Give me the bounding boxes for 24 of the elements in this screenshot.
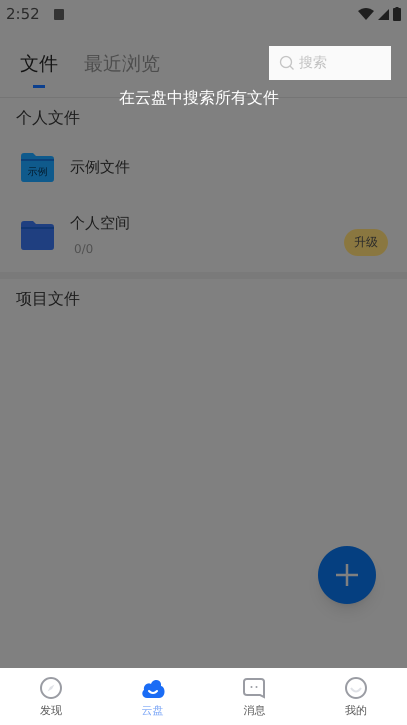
wifi-icon bbox=[358, 8, 374, 20]
folder-name: 个人空间 bbox=[70, 212, 131, 234]
folder-icon bbox=[21, 220, 54, 250]
chat-icon bbox=[242, 676, 266, 700]
compass-icon bbox=[38, 676, 63, 700]
hint-text: 在云盘中搜索所有文件 bbox=[119, 87, 279, 109]
folder-row[interactable]: 示例 示例文件 bbox=[0, 136, 407, 198]
plus-icon bbox=[336, 564, 358, 586]
signal-icon bbox=[378, 8, 389, 20]
smiley-icon bbox=[344, 676, 368, 700]
folder-name: 示例文件 bbox=[70, 156, 131, 178]
section-title: 项目文件 bbox=[15, 288, 81, 310]
tab[interactable]: 文件 bbox=[20, 48, 58, 88]
nav-tab[interactable]: 消息 bbox=[204, 668, 306, 725]
search-icon bbox=[279, 55, 295, 71]
nav-tab[interactable]: 云盘 bbox=[102, 668, 204, 725]
keyboard-icon bbox=[54, 8, 64, 20]
folder-label: 示例 bbox=[26, 166, 48, 180]
nav-tab[interactable]: 发现 bbox=[0, 668, 102, 725]
battery-icon bbox=[393, 7, 401, 21]
upgrade-button[interactable]: 升级 bbox=[344, 228, 388, 256]
search-field[interactable]: 搜索 bbox=[269, 46, 391, 80]
status-time: 2:52 bbox=[6, 4, 40, 25]
nav-tab[interactable]: 我的 bbox=[305, 668, 407, 725]
